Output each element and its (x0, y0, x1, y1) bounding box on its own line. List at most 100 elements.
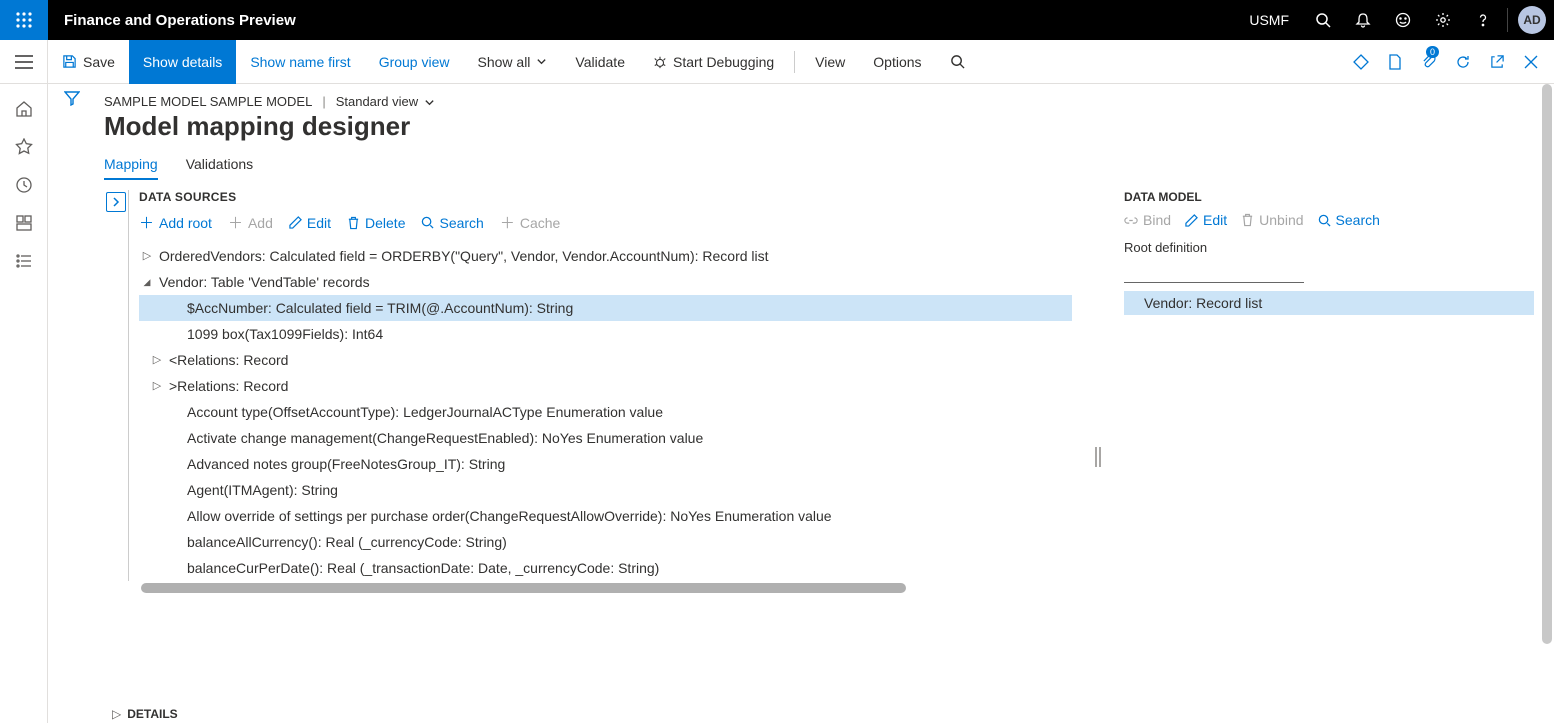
tree-row[interactable]: ▷balanceAllCurrency(): Real (_currencyCo… (139, 529, 1072, 555)
group-view-button[interactable]: Group view (365, 40, 464, 84)
add-label: Add (248, 215, 273, 231)
tree-row[interactable]: ▷balanceCurPerDate(): Real (_transaction… (139, 555, 1072, 581)
caret-right-icon[interactable]: ▷ (151, 373, 163, 399)
dm-search-button[interactable]: Search (1318, 212, 1380, 228)
view-selector[interactable]: Standard view (336, 94, 435, 109)
view-label: View (815, 54, 845, 70)
add-root-button[interactable]: ＋Add root (139, 212, 212, 233)
debug-icon (653, 55, 667, 69)
expand-types-button[interactable] (106, 192, 126, 212)
chevron-down-icon (424, 97, 435, 108)
refresh-button[interactable] (1446, 40, 1480, 84)
user-avatar[interactable]: AD (1518, 6, 1546, 34)
popout-button[interactable] (1480, 40, 1514, 84)
divider (1507, 8, 1508, 32)
nav-toggle[interactable] (0, 40, 48, 84)
tree-row-label: balanceCurPerDate(): Real (_transactionD… (187, 555, 659, 581)
cmd-search-button[interactable] (936, 40, 979, 84)
app-launcher[interactable] (0, 0, 48, 40)
details-section[interactable]: ▷ DETAILS (104, 699, 178, 721)
tree-row[interactable]: ▷$AccNumber: Calculated field = TRIM(@.A… (139, 295, 1072, 321)
gear-icon (1435, 12, 1451, 28)
breadcrumb-path: SAMPLE MODEL SAMPLE MODEL (104, 94, 312, 109)
caret-down-icon[interactable]: ◢ (141, 269, 153, 295)
search-ds-button[interactable]: Search (421, 212, 483, 233)
tree-row[interactable]: ▷1099 box(Tax1099Fields): Int64 (139, 321, 1072, 347)
notifications-button[interactable] (1343, 0, 1383, 40)
show-all-label: Show all (478, 54, 531, 70)
caret-right-icon[interactable]: ▷ (151, 347, 163, 373)
edit-label: Edit (307, 215, 331, 231)
view-button[interactable]: View (801, 40, 859, 84)
options-label: Options (873, 54, 921, 70)
star-icon (15, 138, 33, 156)
bind-button: Bind (1124, 212, 1171, 228)
caret-right-icon[interactable]: ▷ (141, 243, 153, 269)
root-definition-label: Root definition (1124, 240, 1534, 255)
page: SAMPLE MODEL SAMPLE MODEL | Standard vie… (96, 84, 1554, 723)
tree-row-label: balanceAllCurrency(): Real (_currencyCod… (187, 529, 507, 555)
tree-row[interactable]: ▷<Relations: Record (139, 347, 1072, 373)
breadcrumb-sep: | (322, 94, 325, 109)
nav-rail (0, 84, 48, 723)
filter-icon (64, 90, 80, 106)
tab-mapping[interactable]: Mapping (104, 156, 158, 180)
options-button[interactable]: Options (859, 40, 935, 84)
root-definition-input[interactable] (1124, 261, 1304, 283)
nav-workspaces[interactable] (0, 204, 48, 242)
show-all-button[interactable]: Show all (464, 40, 562, 84)
tree-row-label: Account type(OffsetAccountType): LedgerJ… (187, 399, 663, 425)
filter-button[interactable] (64, 90, 80, 723)
bell-icon (1355, 12, 1371, 28)
attachments-button[interactable]: 0 (1412, 40, 1446, 84)
validate-button[interactable]: Validate (561, 40, 639, 84)
clock-icon (15, 176, 33, 194)
data-sources-title: DATA SOURCES (139, 190, 1072, 204)
data-sources-tree[interactable]: ▷OrderedVendors: Calculated field = ORDE… (139, 243, 1072, 581)
search-label: Search (439, 215, 483, 231)
nav-favorites[interactable] (0, 128, 48, 166)
smiley-icon (1395, 12, 1411, 28)
dm-edit-button[interactable]: Edit (1185, 212, 1227, 228)
tree-row[interactable]: ▷Advanced notes group(FreeNotesGroup_IT)… (139, 451, 1072, 477)
open-in-new-button[interactable] (1378, 40, 1412, 84)
tab-validations[interactable]: Validations (186, 156, 253, 180)
edit-button[interactable]: Edit (289, 212, 331, 233)
dm-tree-row[interactable]: Vendor: Record list (1124, 291, 1534, 315)
feedback-button[interactable] (1383, 0, 1423, 40)
tree-row[interactable]: ▷Allow override of settings per purchase… (139, 503, 1072, 529)
tree-row-label: OrderedVendors: Calculated field = ORDER… (159, 243, 769, 269)
vertical-scrollbar[interactable] (1542, 84, 1552, 644)
tree-row[interactable]: ▷OrderedVendors: Calculated field = ORDE… (139, 243, 1072, 269)
nav-modules[interactable] (0, 242, 48, 280)
tabs: Mapping Validations (104, 156, 1534, 180)
org-label[interactable]: USMF (1235, 12, 1303, 28)
close-button[interactable] (1514, 40, 1548, 84)
delete-button[interactable]: Delete (347, 212, 405, 233)
start-debugging-button[interactable]: Start Debugging (639, 40, 788, 84)
pencil-icon (289, 216, 302, 229)
search-button[interactable] (1303, 0, 1343, 40)
cache-button: ＋Cache (500, 212, 560, 233)
splitter[interactable] (1092, 190, 1104, 723)
show-details-button[interactable]: Show details (129, 40, 236, 84)
attachments-badge: 0 (1426, 46, 1439, 58)
related-button[interactable] (1344, 40, 1378, 84)
tree-row[interactable]: ▷>Relations: Record (139, 373, 1072, 399)
save-button[interactable]: Save (48, 40, 129, 84)
settings-button[interactable] (1423, 0, 1463, 40)
tree-row[interactable]: ◢Vendor: Table 'VendTable' records (139, 269, 1072, 295)
tree-row[interactable]: ▷Activate change management(ChangeReques… (139, 425, 1072, 451)
nav-recent[interactable] (0, 166, 48, 204)
show-name-first-button[interactable]: Show name first (236, 40, 364, 84)
add-button: ＋Add (228, 212, 273, 233)
tree-row[interactable]: ▷Account type(OffsetAccountType): Ledger… (139, 399, 1072, 425)
trash-icon (347, 216, 360, 230)
horizontal-scrollbar[interactable] (141, 583, 906, 593)
refresh-icon (1455, 54, 1471, 70)
help-button[interactable] (1463, 0, 1503, 40)
pencil-icon (1185, 214, 1198, 227)
dm-search-label: Search (1336, 212, 1380, 228)
nav-home[interactable] (0, 90, 48, 128)
tree-row[interactable]: ▷Agent(ITMAgent): String (139, 477, 1072, 503)
